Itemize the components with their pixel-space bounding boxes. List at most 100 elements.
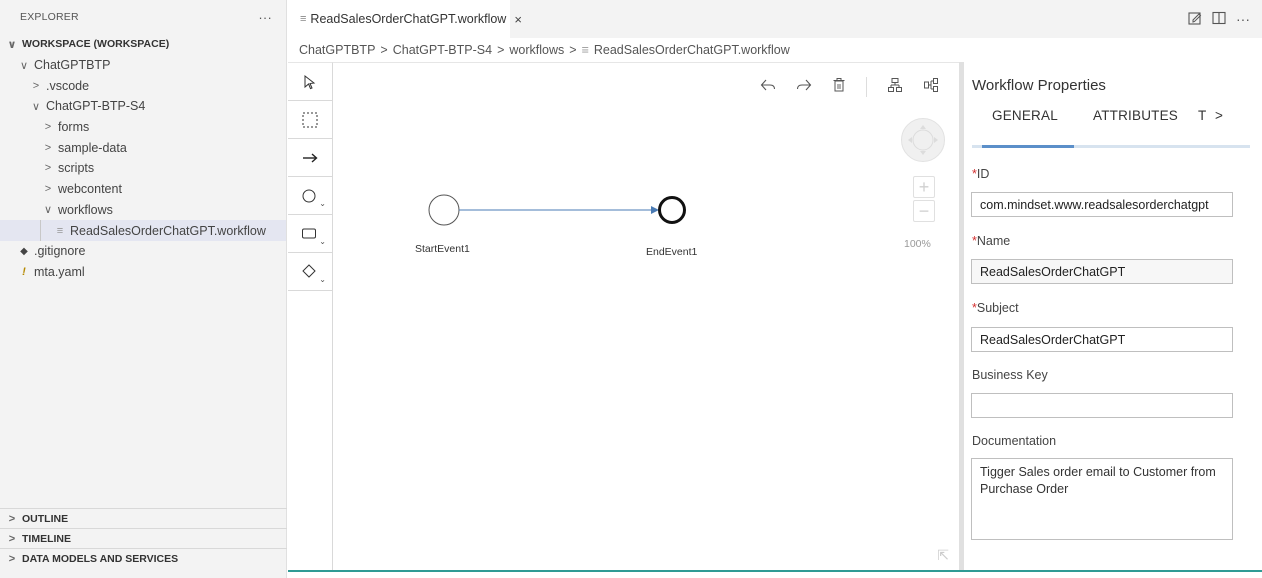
explorer-title: EXPLORER <box>20 11 79 23</box>
active-tab-indicator <box>982 145 1074 148</box>
vertical-layout-icon[interactable] <box>887 77 903 97</box>
split-editor-icon[interactable] <box>1212 11 1226 28</box>
pan-control[interactable] <box>901 118 945 162</box>
file-lines-icon: ≡ <box>581 43 589 57</box>
tree-item[interactable]: > webcontent <box>0 179 286 200</box>
properties-tabs: GENERAL ATTRIBUTES T > <box>972 102 1250 148</box>
business-key-label: Business Key <box>972 368 1048 382</box>
toolbar-divider <box>866 77 867 97</box>
more-actions-icon[interactable]: ··· <box>1236 11 1250 27</box>
documentation-label: Documentation <box>972 434 1057 448</box>
horizontal-layout-icon[interactable] <box>923 77 939 97</box>
tree-item-label: workflows <box>58 202 113 217</box>
editor-actions: ··· <box>1188 0 1250 38</box>
close-icon[interactable]: × <box>514 12 522 27</box>
file-lines-icon: ≡ <box>300 13 307 25</box>
start-event-shape <box>428 194 460 226</box>
canvas-toolbar <box>760 77 939 97</box>
tree-item[interactable]: ∨ ChatGPTBTP <box>0 55 286 76</box>
chevron-down-icon: ⌄ <box>319 275 326 284</box>
chevron-down-icon: ∨ <box>7 38 17 51</box>
file-lines-icon: ≡ <box>56 224 64 237</box>
lasso-tool-button[interactable] <box>288 101 332 139</box>
chevron-right-icon: > <box>44 121 52 134</box>
editor-tab-bar: ≡ ReadSalesOrderChatGPT.workflow × ··· <box>288 0 1262 38</box>
timeline-label: TIMELINE <box>22 532 71 545</box>
tree-item[interactable]: ! mta.yaml <box>0 262 286 283</box>
tasks-tool-button[interactable]: ⌄ <box>288 215 332 253</box>
sequence-flow-tool-button[interactable] <box>288 139 332 177</box>
chevron-right-icon: > <box>8 532 16 545</box>
expand-corner-icon[interactable]: ⇱ <box>937 547 949 564</box>
chevron-right-icon: > <box>32 79 40 92</box>
pointer-tool-button[interactable] <box>288 63 332 101</box>
zoom-in-button[interactable]: + <box>913 176 935 198</box>
breadcrumb-separator: > <box>569 43 577 57</box>
subject-field[interactable]: ReadSalesOrderChatGPT <box>971 327 1233 352</box>
timeline-section-header[interactable]: > TIMELINE <box>0 528 287 548</box>
properties-panel: Workflow Properties GENERAL ATTRIBUTES T… <box>964 62 1262 570</box>
tree-item-label: ChatGPTBTP <box>34 58 111 73</box>
tab-truncated[interactable]: T <box>1198 108 1206 123</box>
undo-icon[interactable] <box>760 78 776 96</box>
name-label: *Name <box>972 234 1011 248</box>
tree-item[interactable]: ∨ ChatGPT-BTP-S4 <box>0 96 286 117</box>
open-changes-icon[interactable] <box>1188 11 1202 28</box>
tree-item[interactable]: ◆ .gitignore <box>0 241 286 262</box>
gateways-tool-button[interactable]: ⌄ <box>288 253 332 291</box>
business-key-field[interactable] <box>971 393 1233 418</box>
outline-section-header[interactable]: > OUTLINE <box>0 508 287 528</box>
tree-item[interactable]: ≡ ReadSalesOrderChatGPT.workflow <box>0 220 286 241</box>
delete-icon[interactable] <box>832 77 846 97</box>
tree-item[interactable]: > .vscode <box>0 75 286 96</box>
chevron-right-icon: > <box>44 141 52 154</box>
tree-item-label: scripts <box>58 161 95 176</box>
id-label: *ID <box>972 167 990 181</box>
exclamation-icon: ! <box>22 265 26 278</box>
data-models-section-header[interactable]: > DATA MODELS AND SERVICES <box>0 548 287 568</box>
workflow-diagram <box>428 194 686 226</box>
breadcrumb-item[interactable]: ReadSalesOrderChatGPT.workflow <box>594 43 790 57</box>
chevron-right-icon[interactable]: > <box>1215 108 1223 123</box>
workflow-canvas[interactable]: + − 100% StartEvent1 EndEvent1 ⇱ <box>333 62 959 570</box>
chevron-right-icon: > <box>8 552 16 565</box>
selection-box-icon <box>302 112 318 127</box>
tree-item[interactable]: > sample-data <box>0 137 286 158</box>
indent-guide <box>40 220 41 241</box>
events-tool-button[interactable]: ⌄ <box>288 177 332 215</box>
redo-icon[interactable] <box>796 78 812 96</box>
data-models-label: DATA MODELS AND SERVICES <box>22 552 179 565</box>
zoom-out-button[interactable]: − <box>913 200 935 222</box>
start-event-label[interactable]: StartEvent1 <box>415 243 470 255</box>
breadcrumb-item[interactable]: workflows <box>509 43 564 57</box>
tree-item[interactable]: > forms <box>0 117 286 138</box>
workspace-label: WORKSPACE (WORKSPACE) <box>22 38 170 51</box>
chevron-right-icon: > <box>44 183 52 196</box>
tab-attributes[interactable]: ATTRIBUTES <box>1093 108 1178 123</box>
file-tree: ∨ ChatGPTBTP > .vscode ∨ ChatGPT-BTP-S4 > forms… <box>0 55 286 283</box>
circle-icon <box>302 189 316 202</box>
name-field[interactable]: ReadSalesOrderChatGPT <box>971 259 1233 284</box>
id-field[interactable]: com.mindset.www.readsalesorderchatgpt <box>971 192 1233 217</box>
outline-label: OUTLINE <box>22 512 69 525</box>
explorer-sidebar: EXPLORER ··· ∨ WORKSPACE (WORKSPACE) ∨ Ch… <box>0 0 287 578</box>
pointer-icon <box>304 74 316 89</box>
tab-workflow-file[interactable]: ≡ ReadSalesOrderChatGPT.workflow × <box>288 0 522 38</box>
tree-item-label: webcontent <box>58 182 122 197</box>
tree-item-label: forms <box>58 120 90 135</box>
chevron-down-icon: ⌄ <box>319 237 326 246</box>
git-diamond-icon: ◆ <box>20 245 28 257</box>
tree-item[interactable]: ∨ workflows <box>0 200 286 221</box>
palette-toolbar: ⌄ ⌄ ⌄ <box>288 62 333 570</box>
documentation-field[interactable]: Tigger Sales order email to Customer fro… <box>971 458 1233 540</box>
breadcrumb-item[interactable]: ChatGPTBTP <box>299 43 375 57</box>
tab-general[interactable]: GENERAL <box>992 108 1058 123</box>
workspace-section-header[interactable]: ∨ WORKSPACE (WORKSPACE) <box>0 34 286 55</box>
chevron-down-icon: ∨ <box>43 204 53 217</box>
breadcrumb-item[interactable]: ChatGPT-BTP-S4 <box>393 43 492 57</box>
tree-item[interactable]: > scripts <box>0 158 286 179</box>
chevron-down-icon: ∨ <box>31 100 41 113</box>
chevron-right-icon: > <box>8 512 16 525</box>
more-actions-icon[interactable]: ··· <box>258 10 272 25</box>
end-event-label[interactable]: EndEvent1 <box>646 246 697 258</box>
